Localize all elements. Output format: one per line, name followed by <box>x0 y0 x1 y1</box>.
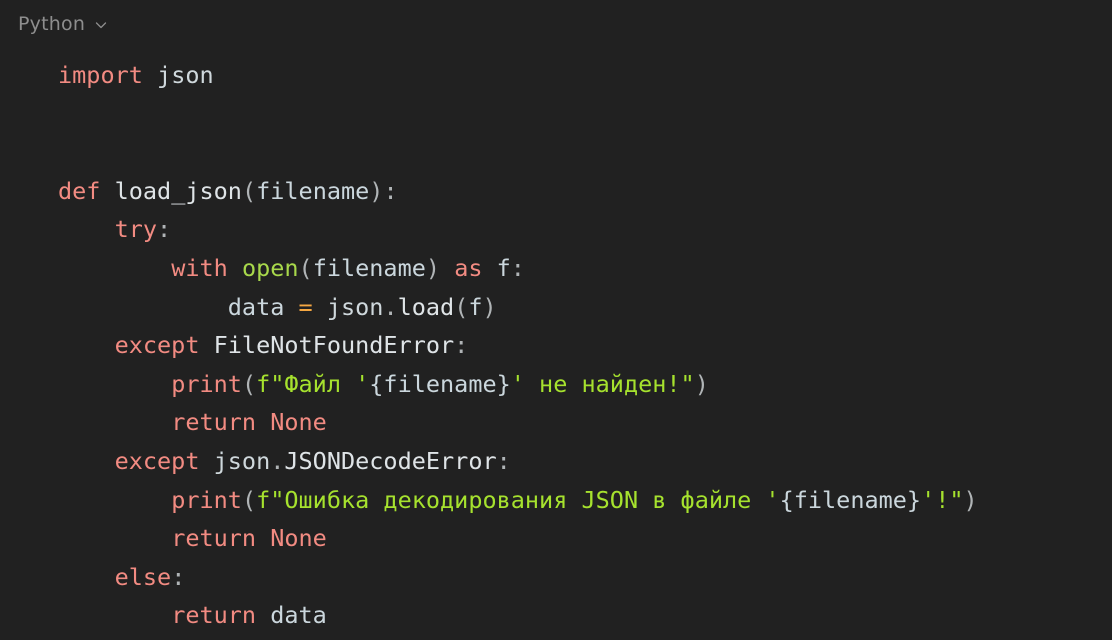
code-token: ( <box>298 253 313 282</box>
code-token: ) <box>425 253 441 282</box>
code-line[interactable]: import json <box>0 56 1112 95</box>
code-token: f <box>496 253 511 282</box>
code-token: open <box>241 253 299 282</box>
code-token: None <box>270 408 327 437</box>
code-token: : <box>171 562 186 591</box>
code-token: json <box>157 61 214 89</box>
chevron-down-icon[interactable] <box>94 18 108 32</box>
code-token: import <box>58 61 143 89</box>
code-token: . <box>270 446 285 475</box>
code-token: with <box>171 253 228 282</box>
code-token: : <box>454 331 469 360</box>
code-line[interactable]: else: <box>0 558 1112 597</box>
code-token: {filename} <box>779 485 922 514</box>
code-content[interactable]: import json def load_json(filename): try… <box>0 56 1112 635</box>
code-token: def <box>58 176 101 205</box>
code-token: load_json <box>114 176 242 205</box>
code-line[interactable]: try: <box>0 210 1112 249</box>
code-token: except <box>114 446 200 475</box>
code-token: return <box>171 408 257 437</box>
code-line[interactable]: return None <box>0 403 1112 442</box>
code-token: json <box>213 446 271 475</box>
language-label: Python <box>18 12 86 35</box>
code-token: ) <box>963 485 978 514</box>
code-line[interactable] <box>0 133 1112 172</box>
code-editor: Python import json def load_json(filenam… <box>0 0 1112 640</box>
code-token: ) <box>482 292 497 321</box>
code-token: ) <box>369 176 384 205</box>
code-line[interactable]: except json.JSONDecodeError: <box>0 442 1112 481</box>
code-token: except <box>114 331 200 360</box>
language-selector[interactable]: Python <box>0 0 108 48</box>
code-token: None <box>270 524 327 553</box>
code-token: : <box>383 176 398 205</box>
code-token: return <box>171 601 257 630</box>
code-token: f"Файл ' <box>256 369 370 398</box>
code-token: ) <box>694 369 709 398</box>
code-line[interactable]: return data <box>0 596 1112 635</box>
code-line[interactable] <box>0 95 1112 134</box>
code-line[interactable]: def load_json(filename): <box>0 172 1112 211</box>
code-token: : <box>510 253 525 282</box>
code-token: : <box>496 446 511 475</box>
code-token: . <box>383 292 398 321</box>
code-token: f"Ошибка декодирования JSON в файле ' <box>256 485 780 514</box>
code-token: ( <box>454 292 469 321</box>
code-line[interactable]: with open(filename) as f: <box>0 249 1112 288</box>
code-token: print <box>171 369 242 398</box>
code-token: try <box>114 215 158 244</box>
code-token: = <box>298 292 313 321</box>
code-token: as <box>454 253 483 282</box>
code-token: load <box>397 292 455 321</box>
code-token: filename <box>256 176 370 205</box>
code-token: ( <box>241 485 257 514</box>
code-token: JSONDecodeError <box>284 446 497 475</box>
code-token: ( <box>241 369 257 398</box>
code-line[interactable]: print(f"Файл '{filename}' не найден!") <box>0 365 1112 404</box>
code-token: filename <box>312 253 426 282</box>
code-token: json <box>326 292 384 321</box>
code-token: print <box>171 485 242 514</box>
code-line[interactable]: except FileNotFoundError: <box>0 326 1112 365</box>
code-token: else <box>114 562 172 591</box>
code-token: data <box>227 292 285 321</box>
code-token: return <box>171 524 257 553</box>
code-line[interactable]: data = json.load(f) <box>0 288 1112 327</box>
code-token: f <box>468 292 483 321</box>
code-token: FileNotFoundError <box>213 331 455 360</box>
code-token: ( <box>241 176 257 205</box>
code-line[interactable]: print(f"Ошибка декодирования JSON в файл… <box>0 481 1112 520</box>
code-token: '!" <box>921 485 964 514</box>
code-line[interactable]: return None <box>0 519 1112 558</box>
code-token: ' не найден!" <box>510 369 695 398</box>
code-token: data <box>270 601 327 630</box>
code-token: {filename} <box>369 369 511 398</box>
code-token: : <box>157 215 172 244</box>
